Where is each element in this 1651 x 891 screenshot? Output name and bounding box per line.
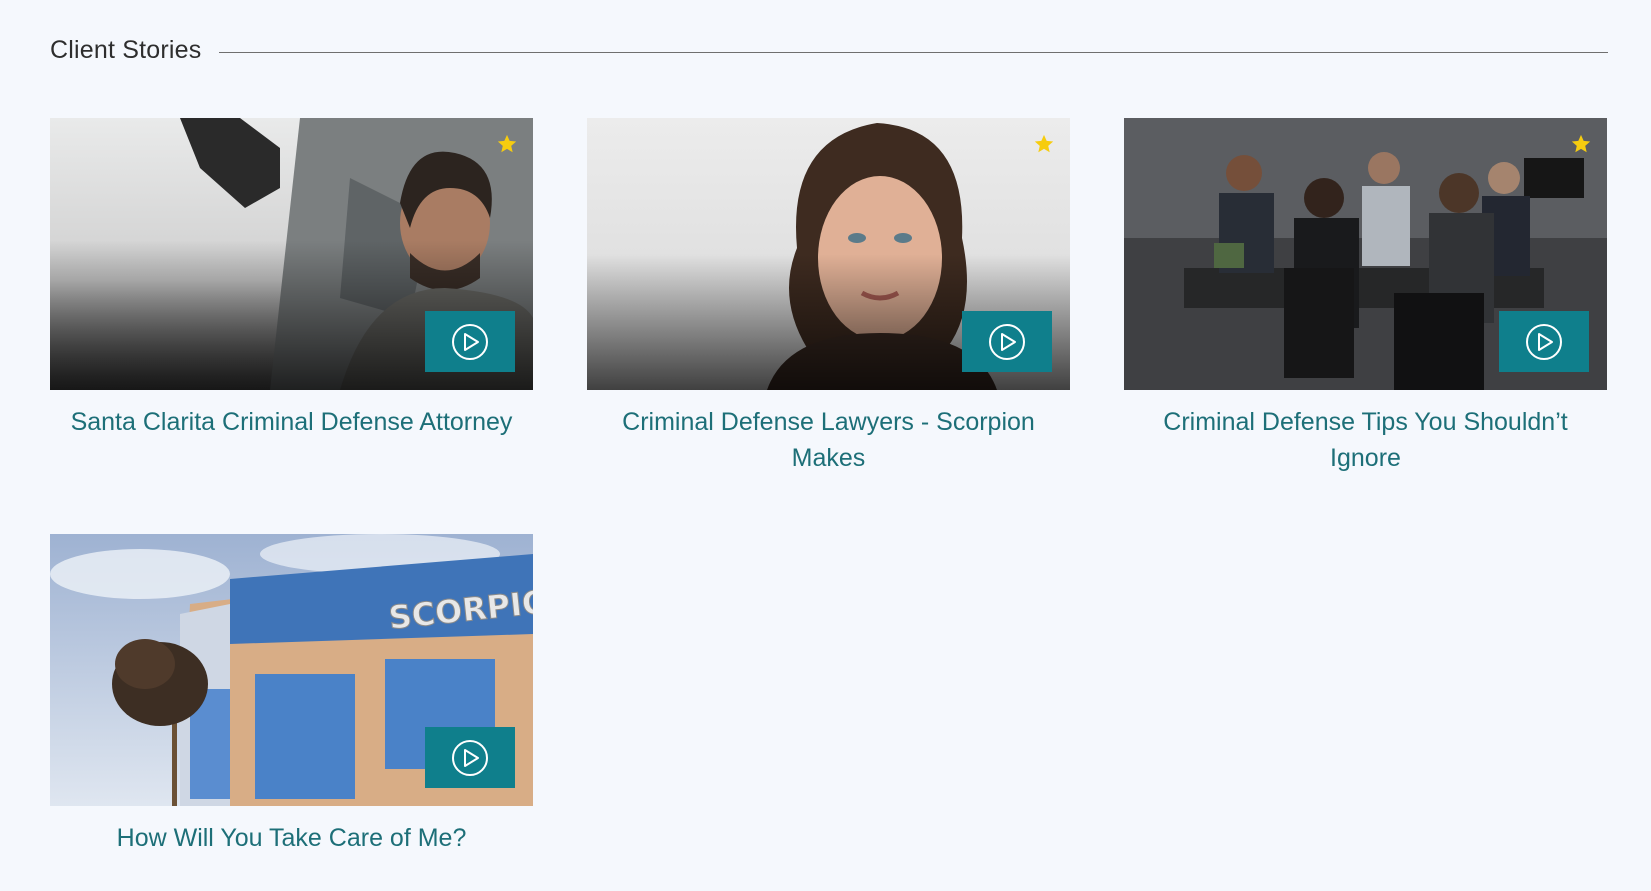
- featured-star-icon: [497, 134, 517, 153]
- video-title-link[interactable]: Santa Clarita Criminal Defense Attorney: [50, 404, 533, 440]
- video-thumbnail[interactable]: [587, 118, 1070, 390]
- section-title: Client Stories: [50, 35, 202, 64]
- video-title-link[interactable]: Criminal Defense Tips You Shouldn’t Igno…: [1124, 404, 1607, 476]
- video-thumbnail[interactable]: [1124, 118, 1607, 390]
- video-card[interactable]: Criminal Defense Tips You Shouldn’t Igno…: [1124, 118, 1607, 476]
- client-stories-section: Client Stories Santa Clarita Criminal De…: [0, 0, 1651, 891]
- play-button[interactable]: [425, 311, 515, 372]
- play-button[interactable]: [1499, 311, 1589, 372]
- header-divider: [219, 51, 1608, 53]
- video-thumbnail[interactable]: SCORPION: [50, 534, 533, 806]
- play-button[interactable]: [962, 311, 1052, 372]
- play-icon: [452, 739, 488, 776]
- featured-star-icon: [1571, 134, 1591, 153]
- video-title-link[interactable]: Criminal Defense Lawyers - Scorpion Make…: [587, 404, 1070, 476]
- video-card[interactable]: Santa Clarita Criminal Defense Attorney: [50, 118, 533, 440]
- play-icon: [989, 323, 1025, 360]
- play-icon: [1526, 323, 1562, 360]
- video-card[interactable]: Criminal Defense Lawyers - Scorpion Make…: [587, 118, 1070, 476]
- play-icon: [452, 323, 488, 360]
- featured-star-icon: [1034, 134, 1054, 153]
- video-title-link[interactable]: How Will You Take Care of Me?: [50, 820, 533, 856]
- section-header: Client Stories: [50, 30, 1608, 70]
- video-thumbnail[interactable]: [50, 118, 533, 390]
- video-card[interactable]: SCORPION How Will You Take Care of Me?: [50, 534, 533, 856]
- play-button[interactable]: [425, 727, 515, 788]
